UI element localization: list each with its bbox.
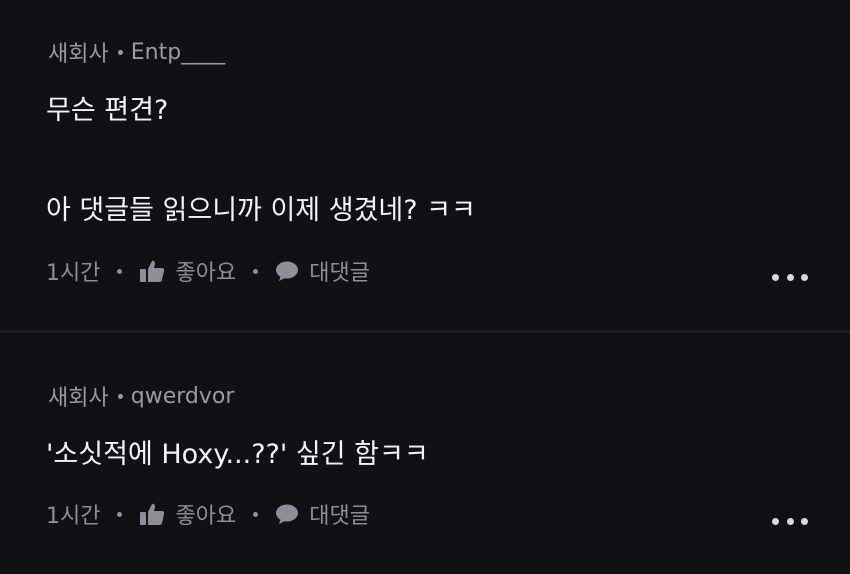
meta-separator	[117, 49, 123, 55]
comment-item: 새회사 qwerdvor '소싯적에 Hoxy...??' 싶긴 함ㅋㅋ 1시간…	[0, 333, 850, 574]
action-separator	[117, 268, 123, 274]
comment-text-line: 무슨 편견?	[46, 95, 169, 126]
author-name[interactable]: qwerdvor	[131, 384, 235, 409]
more-dots-icon	[786, 517, 794, 525]
author-name[interactable]: Entp____	[131, 40, 225, 65]
like-button[interactable]: 좋아요	[139, 498, 236, 530]
like-label: 좋아요	[175, 261, 237, 286]
board-name[interactable]: 새회사	[48, 36, 109, 68]
like-button[interactable]: 좋아요	[139, 255, 236, 287]
reply-button[interactable]: 대댓글	[275, 498, 370, 530]
action-separator	[253, 511, 259, 517]
comment-meta: 새회사 qwerdvor	[48, 380, 234, 412]
speech-bubble-icon	[276, 261, 299, 281]
comment-text-line: 아 댓글들 읽으니까 이제 생겼네? ㅋㅋ	[46, 195, 476, 226]
thumbs-up-icon	[140, 260, 165, 282]
thumbs-up-icon	[140, 503, 165, 525]
board-name[interactable]: 새회사	[48, 380, 109, 412]
comment-actions: 1시간 좋아요 대댓글	[46, 255, 370, 287]
more-options-button[interactable]	[772, 514, 808, 528]
reply-label: 대댓글	[309, 504, 370, 529]
action-separator	[117, 511, 123, 517]
action-separator	[253, 268, 259, 274]
meta-separator	[117, 393, 123, 399]
more-dots-icon	[801, 517, 808, 525]
like-label: 좋아요	[175, 504, 237, 529]
comment-text-line: '소싯적에 Hoxy...??' 싶긴 함ㅋㅋ	[46, 439, 429, 470]
more-options-button[interactable]	[772, 270, 808, 284]
reply-button[interactable]: 대댓글	[275, 255, 370, 287]
more-dots-icon	[772, 273, 779, 281]
comment-time: 1시간	[46, 504, 101, 529]
comment-time: 1시간	[46, 261, 101, 286]
more-dots-icon	[786, 273, 794, 281]
comment-actions: 1시간 좋아요 대댓글	[46, 498, 370, 530]
comment-item: 새회사 Entp____ 무슨 편견? 아 댓글들 읽으니까 이제 생겼네? ㅋ…	[0, 0, 850, 330]
more-dots-icon	[772, 517, 779, 525]
reply-label: 대댓글	[309, 261, 370, 286]
speech-bubble-icon	[276, 504, 299, 524]
comment-meta: 새회사 Entp____	[48, 36, 225, 68]
more-dots-icon	[801, 273, 808, 281]
